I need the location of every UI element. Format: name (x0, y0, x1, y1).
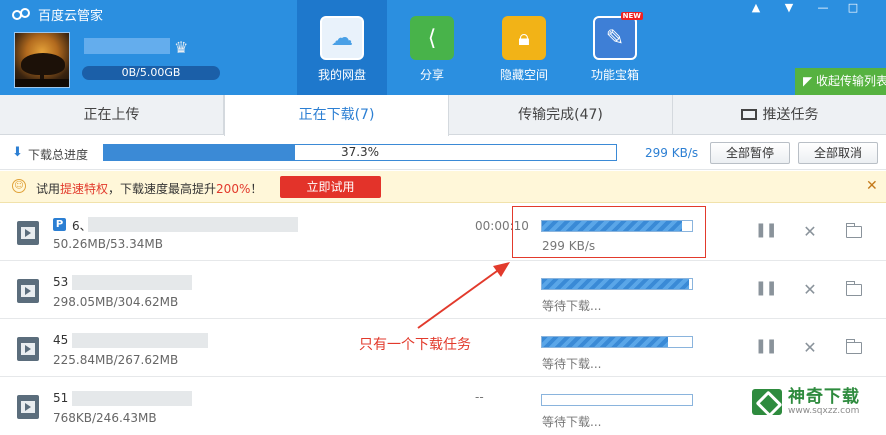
row-progress-bar (541, 394, 693, 406)
promo-text-mid: ，下载速度最高提升 (108, 182, 217, 196)
nav-label: 分享 (419, 68, 444, 82)
file-name: 51 (53, 391, 69, 405)
download-summary: ⬇ 下载总进度 37.3% 299 KB/s 全部暂停 全部取消 (0, 136, 886, 170)
row-progress-bar (541, 278, 693, 290)
tab-push-tasks[interactable]: 推送任务 (673, 95, 886, 135)
pause-all-button[interactable]: 全部暂停 (710, 142, 790, 164)
total-progress-bar: 37.3% (103, 144, 617, 161)
file-size: 768KB/246.43MB (53, 411, 157, 425)
pause-icon[interactable]: ❚❚ (755, 222, 777, 238)
collapse-label: 收起传输列表 (816, 74, 886, 88)
app-title: 百度云管家 (38, 9, 104, 24)
close-icon[interactable]: ✕ (866, 178, 878, 194)
smile-icon: ☺ (12, 179, 26, 193)
file-name-blurred (72, 275, 192, 290)
baidu-cloud-logo-icon (12, 7, 32, 22)
file-size: 50.26MB/53.34MB (53, 237, 163, 251)
watermark-url: www.sqxzz.com (788, 406, 860, 416)
delete-icon[interactable]: ✕ (801, 280, 819, 299)
transfer-tabs: 正在上传 正在下载(7) 传输完成(47) 推送任务 (0, 95, 886, 136)
collapse-transfer-list-button[interactable]: ◤ 收起传输列表 (795, 68, 886, 95)
video-file-icon (17, 337, 39, 361)
promo-text-post: ！ (250, 182, 263, 196)
tab-push-label: 推送任务 (762, 107, 819, 123)
minimize-icon[interactable]: — (808, 0, 838, 16)
file-name: 45 (53, 333, 69, 347)
row-status: 等待下载... (542, 357, 602, 371)
collapse-icon: ◤ (803, 74, 817, 88)
promo-highlight-percent: 200% (216, 182, 251, 196)
download-arrow-icon: ⬇ (12, 145, 23, 160)
username-blurred (84, 38, 170, 54)
speedup-promo-bar: ☺ 试用提速特权，下载速度最高提升200%！ 立即试用 ✕ (0, 171, 886, 203)
nav-toolbox[interactable]: ✎ NEW 功能宝箱 (570, 0, 660, 95)
file-size: 225.84MB/267.62MB (53, 353, 179, 367)
file-name: 53 (53, 275, 69, 289)
row-status: 等待下载... (542, 415, 602, 429)
notification-icon[interactable]: ▲ (741, 0, 771, 16)
row-progress-fill (542, 279, 689, 289)
annotation-highlight-box (512, 206, 706, 258)
pause-icon[interactable]: ❚❚ (755, 280, 777, 296)
cancel-all-button[interactable]: 全部取消 (798, 142, 878, 164)
maximize-icon[interactable]: □ (838, 0, 868, 16)
total-progress-percent: 37.3% (340, 145, 380, 159)
nav-share[interactable]: ⟨ 分享 (387, 0, 477, 95)
crown-icon[interactable]: ♛ (174, 38, 188, 57)
watermark-title: 神奇下载 (788, 387, 860, 407)
total-progress-label: 下载总进度 (28, 148, 89, 162)
file-size: 298.05MB/304.62MB (53, 295, 179, 309)
time-remaining: -- (475, 390, 484, 404)
try-now-button[interactable]: 立即试用 (280, 176, 381, 198)
nav-label: 功能宝箱 (590, 68, 639, 82)
toolbox-icon: ✎ NEW (593, 12, 643, 60)
folder-icon[interactable] (845, 339, 862, 354)
watermark-logo-icon (752, 389, 782, 415)
video-file-icon (17, 221, 39, 245)
menu-icon[interactable]: ▼ (774, 0, 804, 16)
nav-my-disk[interactable]: ☁ 我的网盘 (297, 0, 387, 95)
lock-icon: 🔒︎ (502, 16, 546, 60)
avatar[interactable] (14, 32, 70, 88)
file-name-blurred (88, 217, 298, 232)
app-header: 百度云管家 ♛ 0B/5.00GB ☁ 我的网盘 ⟨ 分享 🔒︎ 隐藏空间 ✎ … (0, 0, 886, 95)
promo-text: 试用提速特权，下载速度最高提升200%！ (36, 180, 262, 197)
folder-icon[interactable] (845, 281, 862, 296)
video-file-icon (17, 395, 39, 419)
delete-icon[interactable]: ✕ (801, 222, 819, 241)
share-icon: ⟨ (410, 16, 454, 60)
annotation-text: 只有一个下载任务 (359, 337, 471, 353)
tab-uploading[interactable]: 正在上传 (0, 95, 224, 135)
push-icon (740, 109, 757, 120)
promo-highlight-privilege[interactable]: 提速特权 (60, 182, 108, 196)
tab-downloading[interactable]: 正在下载(7) (224, 95, 449, 136)
p-badge-icon: P (53, 218, 66, 231)
nav-label: 隐藏空间 (499, 68, 548, 82)
cloud-icon: ☁ (320, 16, 364, 60)
file-name-blurred (72, 391, 192, 406)
delete-icon[interactable]: ✕ (801, 338, 819, 357)
download-row[interactable]: P 6、 50.26MB/53.34MB 00:00:10 299 KB/s ❚… (0, 204, 886, 261)
row-progress-fill (542, 337, 668, 347)
tab-completed[interactable]: 传输完成(47) (449, 95, 673, 135)
pause-icon[interactable]: ❚❚ (755, 338, 777, 354)
download-row[interactable]: 53 298.05MB/304.62MB 等待下载... ❚❚ ✕ (0, 262, 886, 319)
storage-quota: 0B/5.00GB (82, 66, 220, 80)
site-watermark: 神奇下载 www.sqxzz.com (752, 388, 860, 416)
video-file-icon (17, 279, 39, 303)
nav-hidden-space[interactable]: 🔒︎ 隐藏空间 (479, 0, 569, 95)
promo-text-pre: 试用 (36, 182, 61, 196)
row-progress-bar (541, 336, 693, 348)
new-badge: NEW (620, 12, 643, 20)
folder-icon[interactable] (845, 223, 862, 238)
app-logo: 百度云管家 (12, 5, 103, 24)
row-status: 等待下载... (542, 299, 602, 313)
total-speed: 299 KB/s (645, 146, 699, 160)
nav-label: 我的网盘 (317, 68, 366, 82)
file-name-blurred (72, 333, 208, 348)
